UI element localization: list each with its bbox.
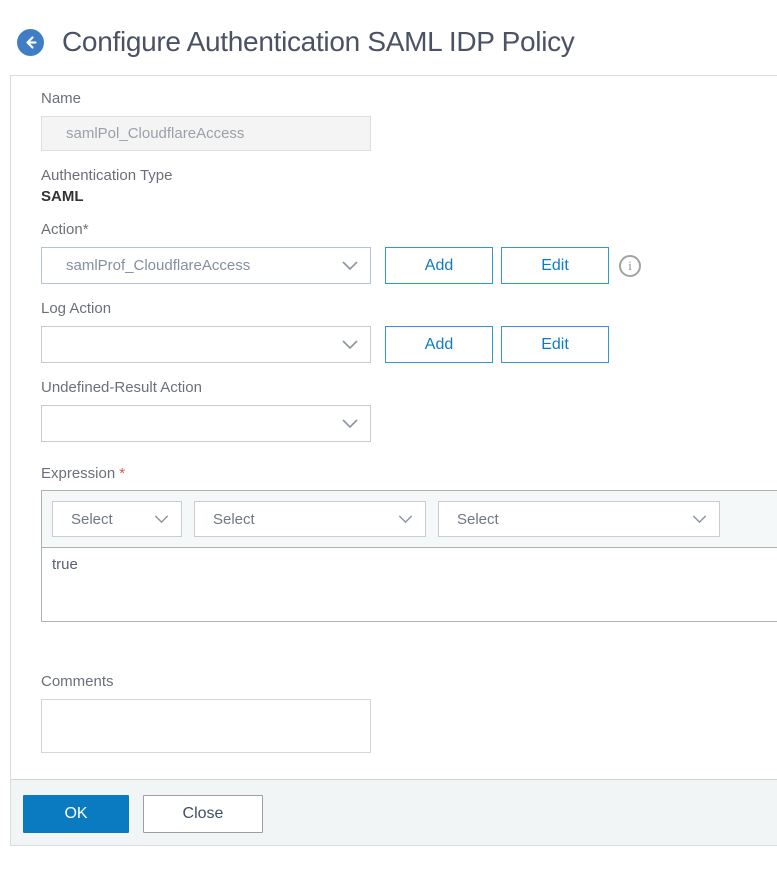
expression-toolbar: Select Select Select (42, 491, 777, 548)
auth-type-block: Authentication Type SAML (41, 167, 777, 205)
log-action-select[interactable] (41, 326, 371, 363)
name-input[interactable] (41, 116, 371, 151)
expression-select-2-value: Select (213, 510, 255, 528)
chevron-down-icon (342, 419, 358, 428)
log-action-edit-button[interactable]: Edit (501, 326, 609, 363)
form-content: Name Authentication Type SAML Action* sa… (11, 76, 777, 779)
form-panel: Name Authentication Type SAML Action* sa… (10, 75, 777, 846)
form-footer: OK Close (11, 779, 777, 845)
action-select-value: samlProf_CloudflareAccess (66, 257, 251, 274)
expression-input[interactable]: true (42, 548, 777, 621)
comments-label: Comments (41, 673, 114, 690)
chevron-down-icon (398, 515, 413, 523)
auth-type-label: Authentication Type (41, 167, 173, 184)
comments-input[interactable] (41, 699, 371, 753)
chevron-down-icon (692, 515, 707, 523)
comments-block: Comments (41, 673, 777, 758)
action-add-button[interactable]: Add (385, 247, 493, 284)
name-label: Name (41, 90, 82, 107)
log-action-add-button[interactable]: Add (385, 326, 493, 363)
chevron-down-icon (342, 340, 358, 349)
expression-select-3-value: Select (457, 510, 499, 528)
expression-select-3[interactable]: Select (438, 501, 720, 537)
name-field-block: Name (41, 90, 777, 151)
expression-label-text: Expression (41, 465, 116, 482)
back-button[interactable] (17, 28, 44, 56)
expression-select-2[interactable]: Select (194, 501, 426, 537)
action-edit-button[interactable]: Edit (501, 247, 609, 284)
close-button[interactable]: Close (143, 795, 263, 833)
expression-select-1[interactable]: Select (52, 501, 182, 537)
action-field-block: Action* samlProf_CloudflareAccess Add Ed… (41, 221, 777, 284)
expression-block: Expression * Select Select Select true (41, 465, 777, 622)
undefined-action-select[interactable] (41, 405, 371, 442)
action-select[interactable]: samlProf_CloudflareAccess (41, 247, 371, 284)
undefined-action-field-block: Undefined-Result Action (41, 379, 777, 442)
back-arrow-icon (26, 35, 37, 49)
chevron-down-icon (154, 515, 169, 523)
expression-editor: Select Select Select true (41, 490, 777, 622)
info-icon[interactable]: i (619, 254, 641, 277)
undefined-action-label: Undefined-Result Action (41, 379, 202, 396)
chevron-down-icon (342, 261, 358, 270)
required-asterisk: * (119, 465, 126, 482)
expression-select-1-value: Select (71, 510, 113, 528)
log-action-label: Log Action (41, 300, 112, 317)
expression-label: Expression * (41, 465, 777, 482)
log-action-field-block: Log Action Add Edit (41, 300, 777, 363)
page-title: Configure Authentication SAML IDP Policy (62, 26, 575, 57)
page-header: Configure Authentication SAML IDP Policy (0, 0, 777, 58)
action-label: Action* (41, 221, 89, 238)
ok-button[interactable]: OK (23, 795, 129, 833)
auth-type-value: SAML (41, 188, 84, 205)
